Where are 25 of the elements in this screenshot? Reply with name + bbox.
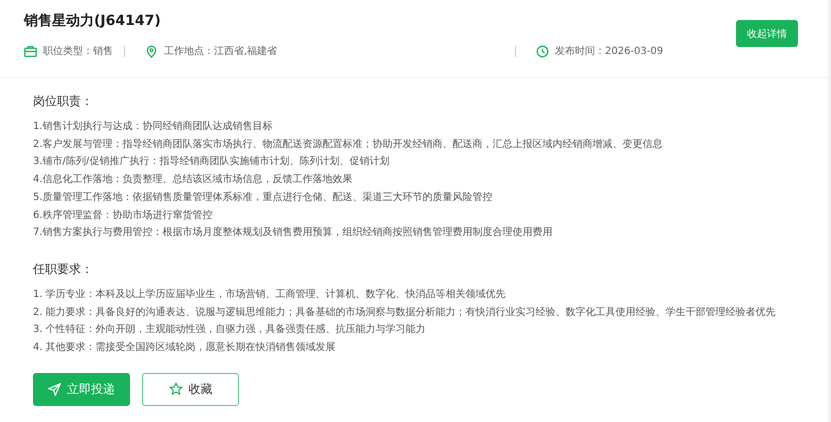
meta-text: 工作地点：江西省,福建省 <box>164 44 278 58</box>
meta-text: 发布时间：2026-03-09 <box>555 44 664 58</box>
list-item: 6.秩序管理监督：协助市场进行窜货管控 <box>33 208 214 223</box>
apply-button[interactable]: 立即投递 <box>33 372 130 406</box>
job-title: 销售星动力(J64147) <box>24 12 162 30</box>
collapse-details-button[interactable]: 收起详情 <box>736 20 798 47</box>
list-item: 4. 其他要求：需接受全国跨区域轮岗，愿意长期在快消销售领域发展 <box>33 340 337 356</box>
star-icon <box>168 382 182 396</box>
section-heading: 任职要求： <box>33 260 94 278</box>
list-item: 2. 能力要求：具备良好的沟通表达、说服与逻辑思维能力；具备基础的市场洞察与数据分析能力；有快消行业实习经验、数字化工具使用经验、学生干部管理经验者优先 <box>33 306 777 320</box>
briefcase-icon <box>24 44 37 58</box>
section-heading: 岗位职责： <box>33 93 94 110</box>
list-item: 5.质量管理工作落地：依据销售质量管理体系标准，重点进行仓储、配送、渠道三大环节的质量风险管控 <box>33 190 494 205</box>
favorite-button[interactable]: 收藏 <box>142 372 239 406</box>
list-item: 4.信息化工作落地：负责整理、总结该区域市场信息，反馈工作落地效果 <box>33 172 354 188</box>
send-icon <box>48 382 61 396</box>
list-item: 7.销售方案执行与费用管控：根据市场月度整体规划及销售费用预算，组织经销商按照销售管理费用制度合理使用费用 <box>33 226 554 240</box>
list-item: 1. 学历专业：本科及以上学历应届毕业生，市场营销、工商管理、计算机、数字化、快消品等相关领域优先 <box>33 288 507 302</box>
location-pin-icon <box>145 44 158 58</box>
list-item: 1.销售计划执行与达成：协同经销商团队达成销售目标 <box>33 120 274 134</box>
meta-text: 职位类型：销售 <box>43 44 113 58</box>
clock-icon <box>536 44 549 58</box>
list-item: 3.铺市/陈列/促销推广执行：指导经销商团队实施铺市计划、陈列计划、促销计划 <box>33 154 390 170</box>
list-item: 2.客户发展与管理：指导经销商团队落实市场执行、物流配送资源配置标准；协助开发经销商、配送商，汇总上报区域内经销商增减、变更信息 <box>33 138 664 152</box>
list-item: 3. 个性特征：外向开朗，主观能动性强，自驱力强，具备强责任感、抗压能力与学习能力 <box>33 322 427 338</box>
